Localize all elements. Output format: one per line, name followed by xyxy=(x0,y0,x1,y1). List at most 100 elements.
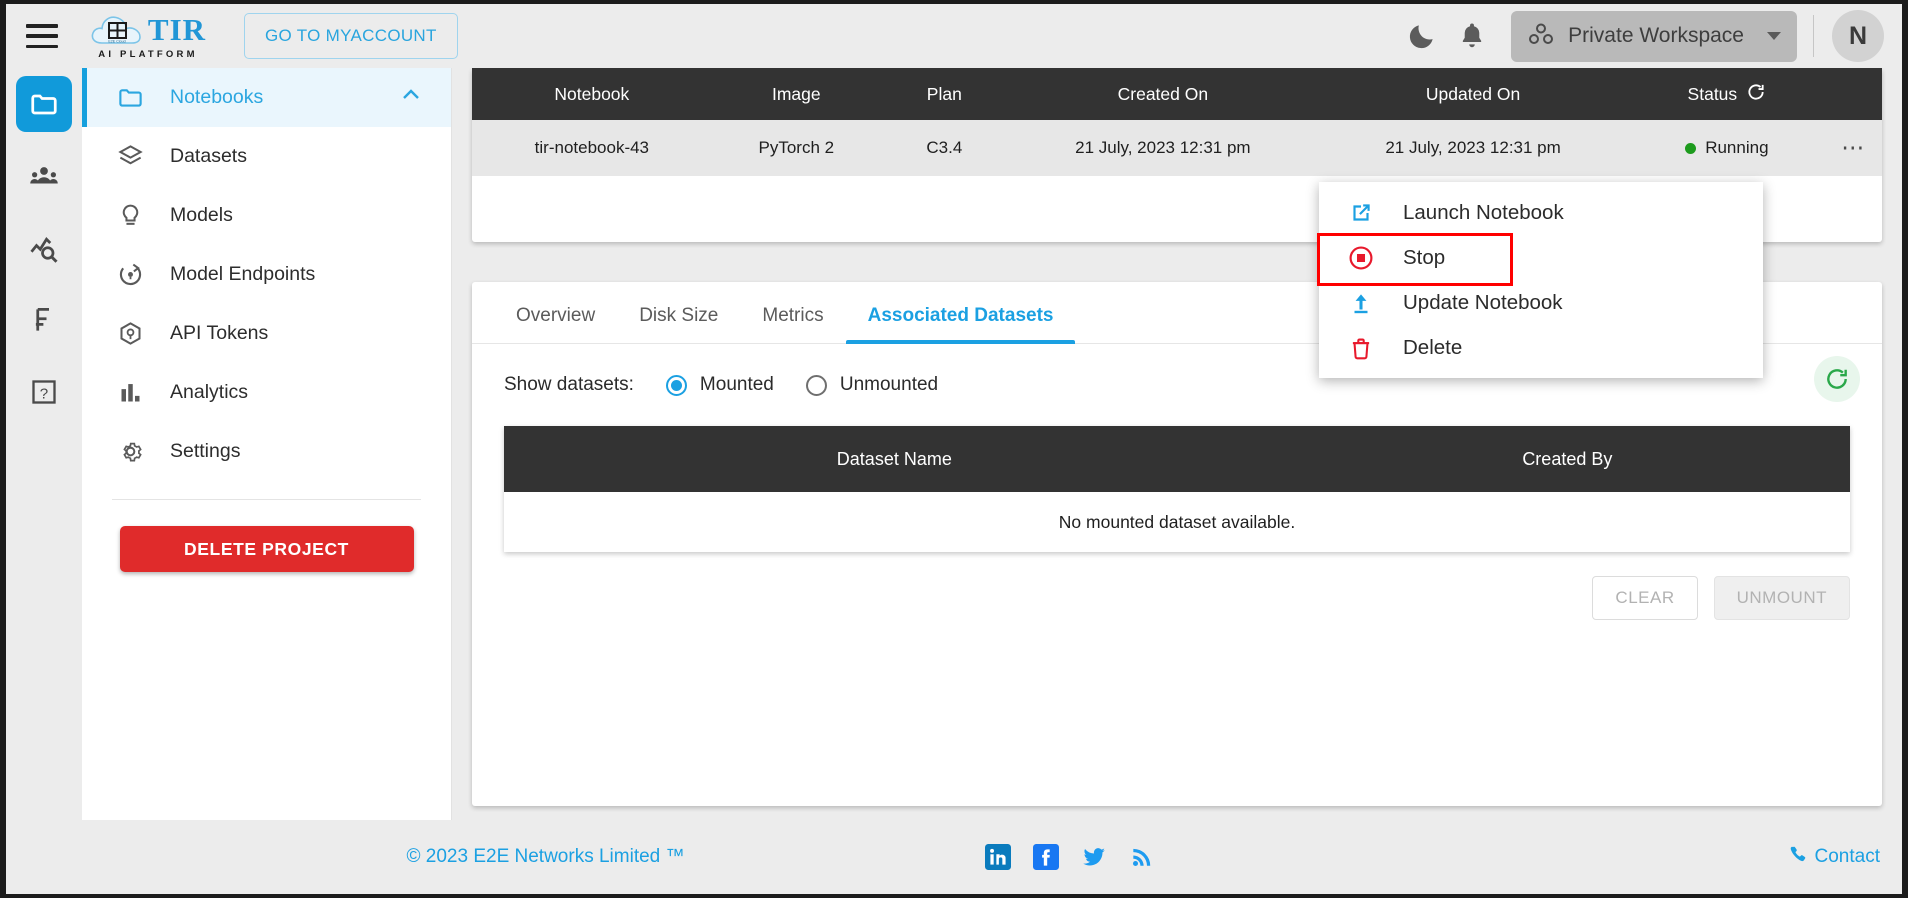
menu-item-update-notebook[interactable]: Update Notebook xyxy=(1319,280,1763,325)
linkedin-icon[interactable] xyxy=(984,844,1011,870)
twitter-icon[interactable] xyxy=(1081,844,1107,870)
sidebar-item-settings[interactable]: Settings xyxy=(82,422,451,481)
radio-mounted-label: Mounted xyxy=(699,374,774,395)
clear-button[interactable]: CLEAR xyxy=(1592,576,1698,620)
sidebar-item-label: Datasets xyxy=(170,145,247,167)
tab-overview[interactable]: Overview xyxy=(494,305,617,343)
sidebar-item-label: Notebooks xyxy=(170,86,264,108)
col-image: Image xyxy=(711,68,881,120)
gear-icon xyxy=(116,438,144,465)
contact-link[interactable]: Contact xyxy=(1788,844,1880,870)
rss-icon[interactable] xyxy=(1129,844,1155,870)
contact-label: Contact xyxy=(1814,846,1880,867)
bell-icon[interactable] xyxy=(1447,11,1497,61)
bulb-icon xyxy=(116,202,144,229)
refresh-datasets-button[interactable] xyxy=(1814,356,1860,402)
col-status: Status xyxy=(1628,68,1826,120)
sidebar-item-model-endpoints[interactable]: Model Endpoints xyxy=(82,245,451,304)
menu-item-label: Stop xyxy=(1403,245,1446,269)
sidebar-item-api-tokens[interactable]: API Tokens xyxy=(82,304,451,363)
rail-item-monitoring[interactable] xyxy=(16,220,72,276)
trash-icon xyxy=(1347,335,1375,361)
rail-item-projects[interactable] xyxy=(16,76,72,132)
header-divider xyxy=(1813,15,1814,57)
col-created-on: Created On xyxy=(1007,68,1318,120)
tab-associated-datasets[interactable]: Associated Datasets xyxy=(845,305,1076,344)
radio-unmounted[interactable]: Unmounted xyxy=(805,374,939,396)
people-icon xyxy=(30,167,58,184)
cube-icon xyxy=(116,320,144,347)
notebooks-table: Notebook Image Plan Created On Updated O… xyxy=(472,68,1882,176)
delete-project-button[interactable]: DELETE PROJECT xyxy=(119,526,414,572)
refresh-icon[interactable] xyxy=(1746,82,1766,107)
radio-icon-unselected xyxy=(805,374,827,396)
sidebar-item-models[interactable]: Models xyxy=(82,186,451,245)
franc-icon xyxy=(35,308,49,331)
cell-updated-on: 21 July, 2023 12:31 pm xyxy=(1317,120,1629,176)
workspace-icon xyxy=(1527,22,1555,51)
radio-mounted[interactable]: Mounted xyxy=(665,374,774,396)
folder-icon xyxy=(116,84,144,111)
radio-unmounted-label: Unmounted xyxy=(839,374,939,395)
facebook-icon[interactable] xyxy=(1032,844,1059,870)
main-content: Notebook Image Plan Created On Updated O… xyxy=(452,68,1902,820)
bar-chart-icon xyxy=(116,379,144,406)
status-badge: Running xyxy=(1705,138,1769,157)
sidebar-item-label: Analytics xyxy=(170,381,249,403)
sidebar-item-label: Model Endpoints xyxy=(170,263,316,285)
notebook-actions-menu: Launch Notebook Stop Update Notebook Del… xyxy=(1319,182,1763,378)
col-actions xyxy=(1825,68,1882,120)
go-to-myaccount-button[interactable]: GO TO MYACCOUNT xyxy=(244,13,458,59)
menu-item-label: Delete xyxy=(1403,335,1463,359)
phone-icon xyxy=(1788,844,1808,870)
col-created-by: Created By xyxy=(1284,426,1850,492)
endpoint-icon xyxy=(116,261,144,288)
chevron-down-icon xyxy=(1767,32,1781,40)
col-notebook: Notebook xyxy=(472,68,712,120)
menu-item-label: Launch Notebook xyxy=(1403,200,1564,224)
cell-status: Running xyxy=(1628,120,1826,176)
datasets-header-row: Dataset Name Created By xyxy=(504,426,1850,492)
table-row[interactable]: tir-notebook-43 PyTorch 2 C3.4 21 July, … xyxy=(472,120,1882,176)
brand-tagline: AI PLATFORM xyxy=(98,49,198,60)
avatar[interactable]: N xyxy=(1832,10,1884,62)
sidebar-item-notebooks[interactable]: Notebooks xyxy=(82,68,451,127)
sidebar-item-datasets[interactable]: Datasets xyxy=(82,127,451,186)
menu-item-launch-notebook[interactable]: Launch Notebook xyxy=(1319,190,1763,235)
rail-item-help[interactable]: ? xyxy=(16,364,72,420)
cell-actions: ⋯ xyxy=(1825,120,1882,176)
project-sidebar: Notebooks Datasets Models Model Endpoint… xyxy=(82,68,452,820)
workspace-selector[interactable]: Private Workspace xyxy=(1511,10,1797,62)
brand-logo: E2E Cloud TIR AI PLATFORM xyxy=(84,12,212,60)
cloud-logo-icon: E2E Cloud xyxy=(90,13,144,47)
sidebar-item-label: Models xyxy=(170,204,233,226)
col-updated-on: Updated On xyxy=(1317,68,1629,120)
external-link-icon xyxy=(1347,200,1375,226)
tab-metrics[interactable]: Metrics xyxy=(740,305,845,343)
svg-text:?: ? xyxy=(40,385,48,402)
sidebar-item-label: API Tokens xyxy=(170,322,269,344)
copyright-text: © 2023 E2E Networks Limited ™ xyxy=(406,846,685,867)
rail-item-team[interactable] xyxy=(16,148,72,204)
sidebar-item-analytics[interactable]: Analytics xyxy=(82,363,451,422)
hamburger-icon[interactable] xyxy=(26,24,58,48)
kebab-menu-icon[interactable]: ⋯ xyxy=(1841,134,1866,160)
unmount-button[interactable]: UNMOUNT xyxy=(1713,576,1850,620)
rail-item-billing[interactable] xyxy=(16,292,72,348)
menu-item-stop[interactable]: Stop xyxy=(1319,235,1763,280)
upload-arrow-icon xyxy=(1347,290,1375,316)
show-datasets-label: Show datasets: xyxy=(504,374,634,395)
tab-disk-size[interactable]: Disk Size xyxy=(617,305,740,343)
datasets-table-wrapper: Dataset Name Created By No mounted datas… xyxy=(504,426,1850,552)
question-box-icon: ? xyxy=(32,380,56,404)
chevron-up-icon[interactable] xyxy=(399,83,423,113)
moon-icon[interactable] xyxy=(1397,11,1447,61)
col-plan: Plan xyxy=(880,68,1008,120)
datasets-table: Dataset Name Created By No mounted datas… xyxy=(504,426,1850,552)
table-header-row: Notebook Image Plan Created On Updated O… xyxy=(472,68,1882,120)
menu-item-label: Update Notebook xyxy=(1403,290,1563,314)
svg-text:E2E Cloud: E2E Cloud xyxy=(108,40,125,44)
sidebar-divider xyxy=(112,499,421,500)
menu-item-delete[interactable]: Delete xyxy=(1319,325,1763,370)
analytics-search-icon xyxy=(30,237,58,263)
